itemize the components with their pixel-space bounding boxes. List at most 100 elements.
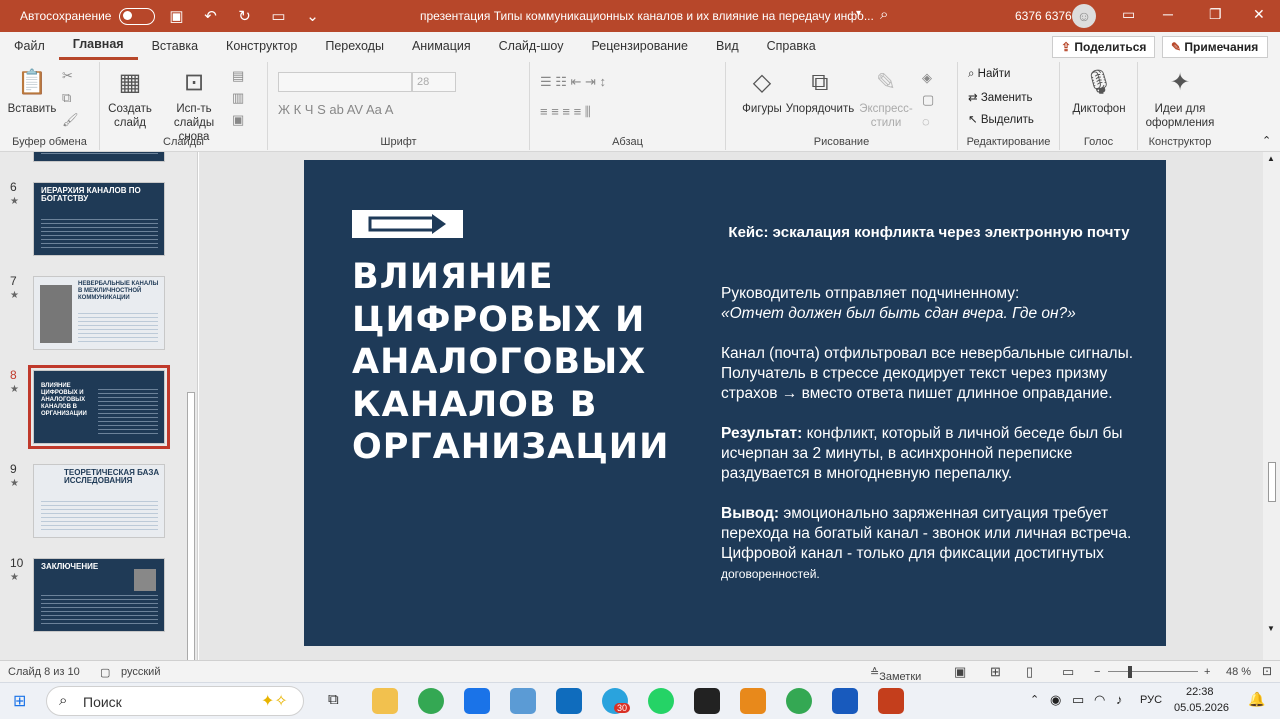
tab-file[interactable]: Файл [0, 32, 59, 60]
select-button[interactable]: ↖ Выделить [968, 112, 1034, 126]
paste-button[interactable]: 📋 Вставить [6, 68, 58, 116]
slide[interactable]: ВЛИЯНИЕ ЦИФРОВЫХ И АНАЛОГОВЫХ КАНАЛОВ В … [304, 160, 1166, 646]
scroll-up-icon[interactable]: ▲ [1267, 154, 1275, 163]
slide-thumbnail-8[interactable]: ВЛИЯНИЕ ЦИФРОВЫХ И АНАЛОГОВЫХ КАНАЛОВ В … [28, 365, 170, 449]
undo-icon[interactable]: ↶ [197, 7, 223, 25]
search-icon[interactable]: ⌕ [880, 6, 888, 23]
list-icons[interactable]: ☰ ☷ ⇤ ⇥ ↕ [540, 74, 606, 90]
tab-animation[interactable]: Анимация [398, 32, 485, 60]
slide-thumbnails-panel[interactable]: 6 ★ ИЕРАРХИЯ КАНАЛОВ ПО БОГАТСТВУ 7 ★ НЕ… [0, 152, 198, 660]
notes-button[interactable]: ≙ Заметки [870, 666, 921, 683]
design-ideas-button[interactable]: ✦ Идеи для оформления [1142, 68, 1218, 130]
outlook-icon[interactable] [556, 688, 582, 714]
control-panel-icon[interactable] [510, 688, 536, 714]
save-icon[interactable]: ▣ [163, 7, 189, 25]
new-slide-button[interactable]: ▦ Создать слайд [106, 68, 154, 130]
layout-icon[interactable]: ▤ [232, 68, 244, 84]
maximize-icon[interactable]: ❐ [1209, 6, 1222, 23]
chrome-profile-icon[interactable] [786, 688, 812, 714]
chrome-icon[interactable] [418, 688, 444, 714]
find-button[interactable]: ⌕ Найти [968, 68, 1010, 81]
zoom-slider-handle[interactable] [1128, 666, 1132, 678]
present-icon[interactable]: ▭ [265, 7, 291, 25]
reuse-slides-button[interactable]: ⊡ Исп-ть слайды снова [162, 68, 226, 144]
redo-icon[interactable]: ↻ [231, 7, 257, 25]
format-painter-icon[interactable]: 🖌 [62, 112, 79, 128]
replace-button[interactable]: ⇄ Заменить [968, 90, 1033, 104]
canvas-scrollbar[interactable]: ▲ ▼ [1263, 152, 1280, 660]
canvas-scrollbar-thumb[interactable] [1268, 462, 1276, 502]
dictation-button[interactable]: 🎙 Диктофон [1068, 68, 1130, 116]
tab-help[interactable]: Справка [753, 32, 830, 60]
collapse-ribbon-icon[interactable]: ⌃ [1262, 134, 1271, 147]
zoom-slider[interactable] [1108, 671, 1198, 672]
copy-icon[interactable]: ⧉ [62, 90, 71, 106]
word-icon[interactable] [832, 688, 858, 714]
effects-icon[interactable]: ◌ [922, 114, 930, 129]
zoom-out-icon[interactable]: − [1094, 666, 1100, 678]
tab-home[interactable]: Главная [58, 32, 138, 60]
title-dropdown-icon[interactable]: ▾ [856, 8, 861, 19]
tray-overflow-icon[interactable]: ⌃ [1030, 693, 1039, 706]
font-family-select[interactable] [278, 72, 412, 92]
ribbon-display-icon[interactable]: ▭ [1122, 6, 1135, 23]
comments-button[interactable]: ✎ Примечания [1162, 36, 1268, 58]
customize-qat-icon[interactable]: ⌄ [299, 7, 325, 25]
case-body[interactable]: Руководитель отправляет подчиненному: «О… [721, 284, 1141, 604]
clock-date[interactable]: 05.05.2026 [1174, 702, 1229, 714]
fit-slide-icon[interactable]: ⊡ [1262, 664, 1272, 678]
tab-view[interactable]: Вид [702, 32, 753, 60]
tab-insert[interactable]: Вставка [138, 32, 212, 60]
notifications-icon[interactable]: 🔔 [1248, 691, 1265, 708]
task-view-icon[interactable]: ⧉ [328, 691, 339, 708]
store-icon[interactable] [464, 688, 490, 714]
share-button[interactable]: ⇪ Поделиться [1052, 36, 1155, 58]
tab-transitions[interactable]: Переходы [311, 32, 398, 60]
slide-thumbnail-10[interactable]: ЗАКЛЮЧЕНИЕ [33, 558, 165, 632]
powerpoint-icon[interactable] [878, 688, 904, 714]
slideshow-view-icon[interactable]: ▭ [1062, 664, 1074, 680]
wifi-icon[interactable]: ◠ [1094, 692, 1105, 708]
slide-thumbnail-5[interactable] [33, 152, 165, 162]
thumbnails-scrollbar[interactable] [187, 392, 195, 660]
language-indicator[interactable]: русский [121, 666, 160, 678]
outline-icon[interactable]: ▢ [922, 92, 934, 108]
zoom-level[interactable]: 48 % [1226, 666, 1251, 678]
normal-view-icon[interactable]: ▣ [954, 664, 966, 680]
font-size-select[interactable]: 28 [412, 72, 456, 92]
language-indicator-tray[interactable]: РУС [1140, 694, 1162, 706]
battery-icon[interactable]: ▭ [1072, 692, 1084, 708]
case-heading[interactable]: Кейс: эскалация конфликта через электрон… [724, 223, 1134, 243]
cut-icon[interactable]: ✂ [62, 68, 73, 84]
clock-time[interactable]: 22:38 [1186, 686, 1214, 698]
quick-styles-button[interactable]: ✎ Экспресс-стили [856, 68, 916, 130]
slide-title[interactable]: ВЛИЯНИЕ ЦИФРОВЫХ И АНАЛОГОВЫХ КАНАЛОВ В … [352, 256, 682, 469]
sublime-icon[interactable] [740, 688, 766, 714]
section-icon[interactable]: ▣ [232, 112, 244, 128]
slide-thumbnail-9[interactable]: ТЕОРЕТИЧЕСКАЯ БАЗА ИССЛЕДОВАНИЯ [33, 464, 165, 538]
autosave-toggle[interactable] [119, 7, 156, 25]
shapes-button[interactable]: ◇ Фигуры [734, 68, 790, 116]
scroll-down-icon[interactable]: ▼ [1267, 624, 1275, 633]
arrange-button[interactable]: ⧉ Упорядочить [784, 68, 856, 116]
fill-icon[interactable]: ◈ [922, 70, 932, 86]
windows-start-icon[interactable]: ⊞ [13, 691, 26, 711]
file-explorer-icon[interactable] [372, 688, 398, 714]
reading-view-icon[interactable]: ▯ [1026, 664, 1033, 680]
align-icons[interactable]: ≡ ≡ ≡ ≡ ⫼ [540, 104, 591, 120]
font-style-icons[interactable]: Ж К Ч S ab AV Aa A [278, 102, 393, 117]
slide-thumbnail-6[interactable]: ИЕРАРХИЯ КАНАЛОВ ПО БОГАТСТВУ [33, 182, 165, 256]
tab-design[interactable]: Конструктор [212, 32, 311, 60]
tab-review[interactable]: Рецензирование [577, 32, 702, 60]
whatsapp-icon[interactable] [648, 688, 674, 714]
spellcheck-icon[interactable]: ▢ [100, 666, 110, 679]
minimize-icon[interactable]: ─ [1163, 6, 1173, 22]
volume-icon[interactable]: ♪ [1116, 692, 1123, 707]
avatar[interactable]: ☺ [1072, 4, 1096, 28]
taskbar-search[interactable]: ⌕ Поиск ✦✧ [46, 686, 304, 716]
zoom-in-icon[interactable]: + [1204, 666, 1210, 678]
close-icon[interactable]: ✕ [1253, 6, 1265, 23]
slide-thumbnail-7[interactable]: НЕВЕРБАЛЬНЫЕ КАНАЛЫ В МЕЖЛИЧНОСТНОЙ КОММ… [33, 276, 165, 350]
slide-sorter-icon[interactable]: ⊞ [990, 664, 1001, 680]
reset-icon[interactable]: ▥ [232, 90, 244, 106]
